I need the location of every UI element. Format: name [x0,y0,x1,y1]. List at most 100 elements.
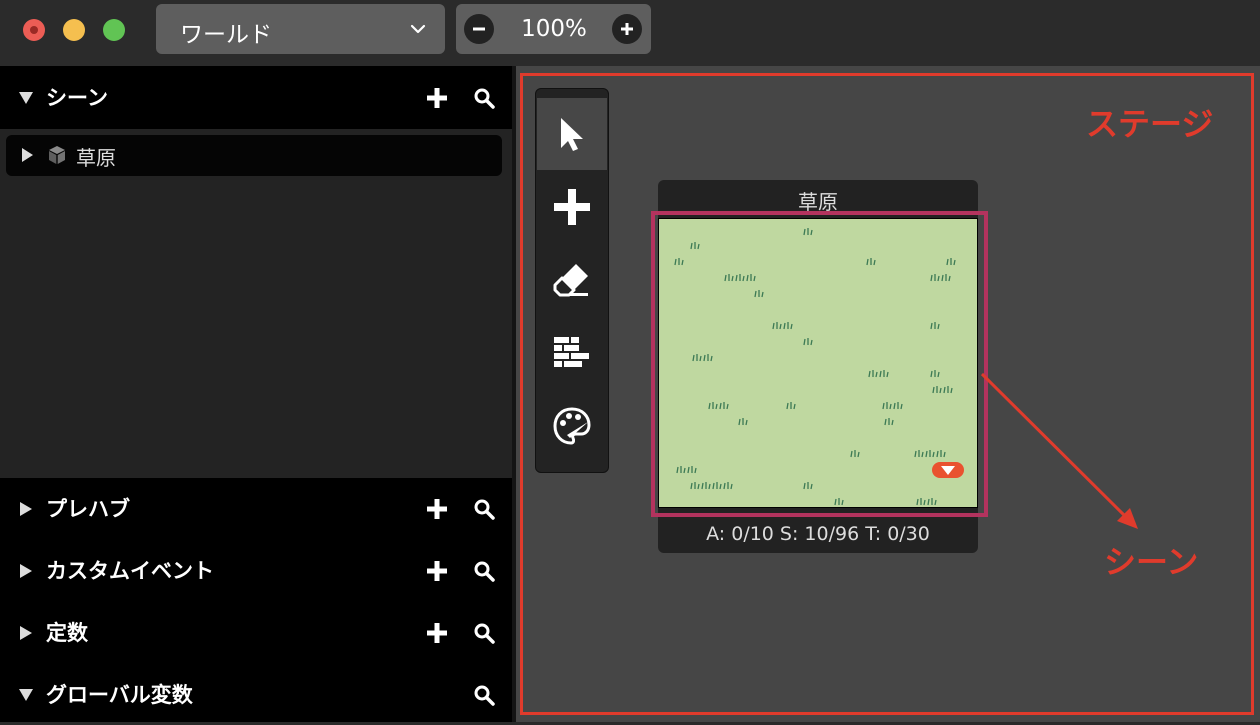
select-icon [561,118,583,151]
grass-tuft [834,498,844,506]
grass-tuft [690,242,700,250]
search-constant-icon[interactable] [473,622,495,644]
section-constants-title: 定数 [46,621,88,645]
world-select[interactable]: ワールド [156,4,445,54]
eraser-tool-button[interactable] [537,244,607,316]
grass-tuft [930,370,940,378]
grass-tuft [932,386,942,394]
minus-icon [473,27,485,31]
grass-tuft [754,290,764,298]
search-prefab-icon[interactable] [473,498,495,520]
section-prefab-title: プレハブ [46,497,130,521]
grass-tuft [746,274,756,282]
list-item[interactable]: 草原 [6,135,502,176]
scene-item-label: 草原 [76,146,116,170]
collapsed-triangle-icon [20,564,32,578]
grass-tuft [943,386,953,394]
zoom-in-button[interactable] [612,14,642,44]
grass-tuft [936,450,946,458]
grass-tuft [772,322,782,330]
scene-canvas[interactable] [658,218,978,508]
grass-tuft [893,402,903,410]
section-prefab[interactable]: プレハブ [0,479,512,539]
grass-tuft [687,466,697,474]
section-global-vars[interactable]: グローバル変数 [0,665,512,725]
trigger-marker[interactable] [932,462,964,478]
section-scene-title: シーン [46,86,108,110]
grass-tuft [879,370,889,378]
collapsed-triangle-icon [22,148,33,162]
section-custom-event-title: カスタムイベント [46,559,214,583]
add-tool-button[interactable] [537,171,607,243]
collapsed-triangle-icon [20,626,32,640]
eraser-icon [553,264,588,297]
title-bar: ワールド 100% [0,0,1260,66]
grass-tuft [724,274,734,282]
expanded-triangle-icon [19,689,33,701]
world-select-label: ワールド [180,22,272,48]
tile-icon [554,337,589,367]
section-constants[interactable]: 定数 [0,603,512,663]
grass-tuft [674,258,684,266]
section-scene[interactable]: シーン [0,68,512,128]
grass-tuft [866,258,876,266]
grass-tuft [703,354,713,362]
grass-tuft [850,450,860,458]
grass-tuft [783,322,793,330]
grass-tuft [941,274,951,282]
grass-tuft [946,258,956,266]
tool-palette [535,88,609,473]
zoom-window-button[interactable] [103,19,125,41]
section-global-vars-title: グローバル変数 [46,683,193,707]
collapsed-triangle-icon [20,502,32,516]
stage-annotation-label: ステージ [1086,105,1214,143]
section-custom-event[interactable]: カスタムイベント [0,541,512,601]
chevron-down-icon [410,24,426,34]
expanded-triangle-icon [19,92,33,104]
grass-tuft [786,402,796,410]
search-scene-icon[interactable] [473,87,495,109]
grass-tuft [930,322,940,330]
sidebar: シーン 草原 プレハブ カスタムイベント 定数 グローバル変数 [0,66,512,722]
color-tool-button[interactable] [537,390,607,462]
plus-icon [621,23,633,35]
add-scene-icon[interactable] [426,87,448,109]
grass-tuft [723,482,733,490]
add-icon [554,189,590,225]
grass-tuft [927,498,937,506]
grass-tuft [882,402,892,410]
grass-tuft [690,482,700,490]
select-tool-button[interactable] [537,98,607,170]
add-prefab-icon[interactable] [426,498,448,520]
grass-tuft [712,482,722,490]
grass-tuft [916,498,926,506]
scene-annotation-label: シーン [1104,543,1199,581]
grass-tuft [676,466,686,474]
grass-tuft [930,274,940,282]
zoom-control: 100% [456,4,651,54]
zoom-out-button[interactable] [464,14,494,44]
tile-tool-button[interactable] [537,317,607,389]
minimize-window-button[interactable] [63,19,85,41]
search-global-vars-icon[interactable] [473,684,495,706]
scene-card-stats: A: 0/10 S: 10/96 T: 0/30 [706,523,930,545]
grass-tuft [738,418,748,426]
add-custom-event-icon[interactable] [426,560,448,582]
grass-tuft [803,482,813,490]
grass-tuft [803,228,813,236]
palette-icon [553,407,591,445]
grass-tuft [925,450,935,458]
scene-list: 草原 [0,129,512,478]
search-custom-event-icon[interactable] [473,560,495,582]
zoom-level: 100% [521,16,587,42]
grass-tuft [735,274,745,282]
grass-tiles [674,228,956,506]
cube-icon [49,146,65,164]
add-constant-icon[interactable] [426,622,448,644]
grass-tuft [719,402,729,410]
grass-tuft [868,370,878,378]
grass-tuft [803,338,813,346]
close-window-button[interactable] [23,19,45,41]
grass-tuft [884,418,894,426]
grass-tuft [692,354,702,362]
